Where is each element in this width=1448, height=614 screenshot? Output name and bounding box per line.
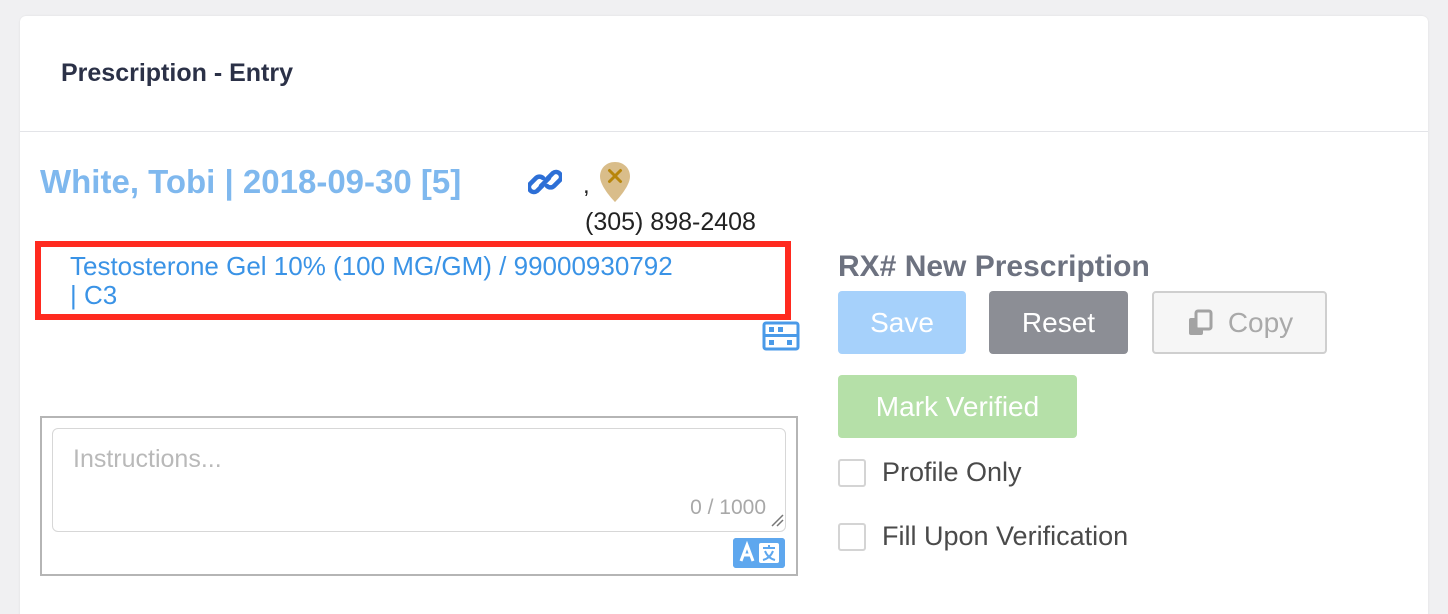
drug-schedule-line: | C3 [70,280,118,310]
translate-icon[interactable] [733,538,785,568]
chain-link-icon[interactable] [528,168,562,196]
save-button[interactable]: Save [838,291,966,354]
patient-name-link[interactable]: White, Tobi | 2018-09-30 [5] [40,163,461,201]
reset-button[interactable]: Reset [989,291,1128,354]
instructions-textarea[interactable] [52,428,786,532]
instructions-panel: 0 / 1000 [40,416,798,576]
copy-button[interactable]: Copy [1152,291,1327,354]
barcode-scanner-icon[interactable] [762,321,800,351]
copy-icon [1188,309,1213,335]
card-header: Prescription - Entry [20,16,1428,132]
fill-upon-verification-label: Fill Upon Verification [882,521,1129,551]
profile-only-checkbox[interactable] [838,458,866,487]
patient-phone: (305) 898-2408 [585,208,756,236]
drug-name-line: Testosterone Gel 10% (100 MG/GM) / 99000… [70,251,673,281]
profile-only-option[interactable]: Profile Only [838,457,1022,488]
mark-verified-button[interactable]: Mark Verified [838,375,1077,438]
map-pin-x-icon[interactable] [598,160,632,204]
selected-drug-link[interactable]: Testosterone Gel 10% (100 MG/GM) / 99000… [35,241,791,320]
fill-upon-verification-option[interactable]: Fill Upon Verification [838,521,1128,552]
page-title: Prescription - Entry [61,59,293,87]
profile-only-label: Profile Only [882,457,1022,487]
resize-handle-icon[interactable] [770,513,784,527]
copy-label: Copy [1227,306,1294,338]
fill-upon-verification-checkbox[interactable] [838,522,866,551]
patient-separator: , [583,172,590,199]
rx-number-title: RX# New Prescription [838,250,1150,283]
character-counter: 0 / 1000 [690,496,766,519]
